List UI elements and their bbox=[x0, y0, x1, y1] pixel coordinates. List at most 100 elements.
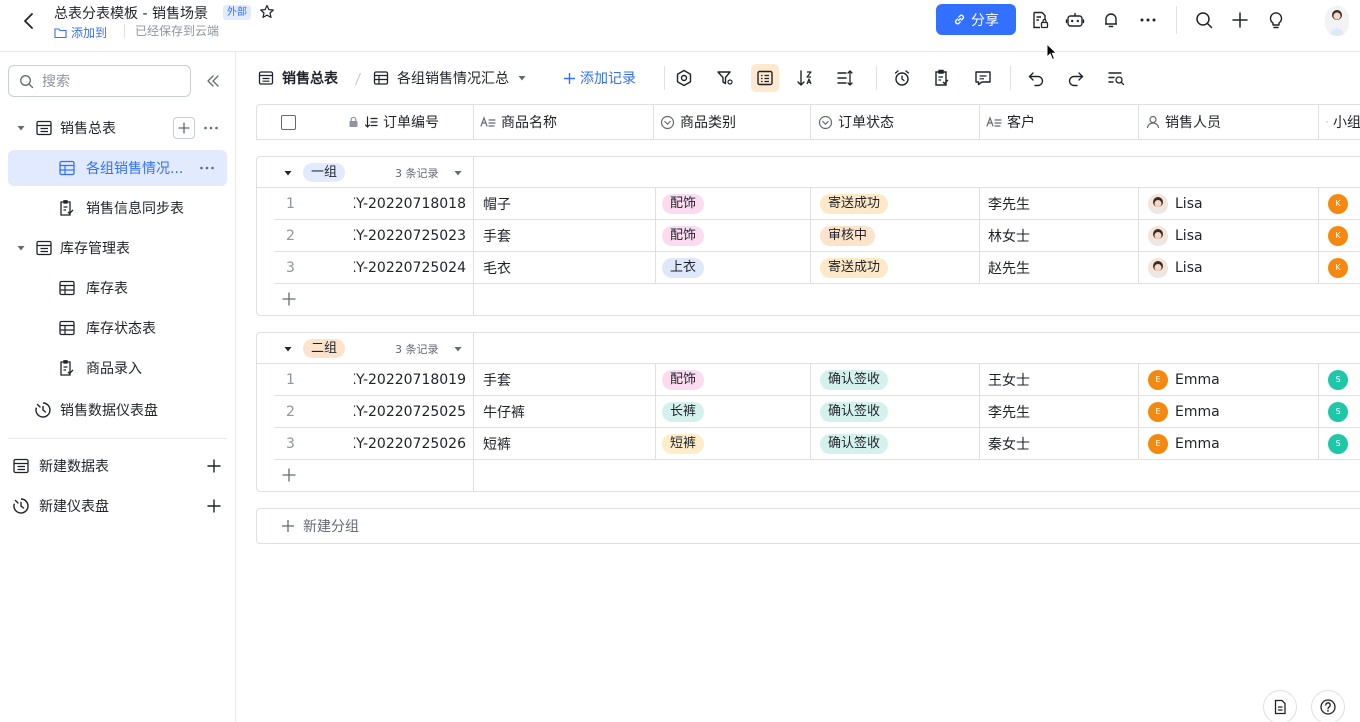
document-button[interactable] bbox=[1263, 690, 1297, 722]
caret-down-icon[interactable] bbox=[15, 242, 27, 254]
table-row[interactable]: 3 XY-20220725024 毛衣 上衣 寄送成功 赵先生 Lisa K bbox=[274, 252, 1360, 284]
robot-icon[interactable] bbox=[1065, 10, 1085, 30]
sidebar-item-product-entry[interactable]: 商品录入 bbox=[8, 350, 227, 386]
customer-cell[interactable]: 林女士 bbox=[988, 220, 1030, 251]
redo-icon[interactable] bbox=[1066, 68, 1086, 88]
group-header[interactable]: 一组 3 条记录 bbox=[257, 157, 1360, 188]
category-cell[interactable]: 长裤 bbox=[662, 396, 705, 427]
plus-icon[interactable] bbox=[1230, 10, 1250, 30]
customer-cell[interactable]: 秦女士 bbox=[988, 428, 1030, 459]
plus-icon[interactable] bbox=[205, 497, 223, 515]
select-all-checkbox[interactable] bbox=[281, 115, 296, 130]
document-title[interactable]: 总表分表模板 - 销售场景 bbox=[54, 3, 208, 23]
customer-cell[interactable]: 李先生 bbox=[988, 396, 1030, 427]
customer-cell[interactable]: 李先生 bbox=[988, 188, 1030, 219]
column-header-team[interactable]: 小组 bbox=[1326, 105, 1360, 139]
sidebar-item-group-sales[interactable]: 各组销售情况... bbox=[8, 150, 227, 186]
category-cell[interactable]: 上衣 bbox=[662, 252, 705, 283]
seller-cell[interactable]: E Emma bbox=[1148, 364, 1220, 395]
order-id-cell[interactable]: XY-20220725025 bbox=[354, 396, 466, 427]
product-cell[interactable]: 牛仔裤 bbox=[483, 396, 525, 427]
new-dashboard-button[interactable]: 新建仪表盘 bbox=[8, 488, 227, 524]
group-by-icon[interactable] bbox=[755, 68, 775, 88]
customer-cell[interactable]: 王女士 bbox=[988, 364, 1030, 395]
search-icon[interactable] bbox=[1194, 10, 1214, 30]
category-cell[interactable]: 短裤 bbox=[662, 428, 705, 459]
team-cell[interactable]: S bbox=[1328, 396, 1348, 427]
category-cell[interactable]: 配饰 bbox=[662, 364, 705, 395]
back-arrow-icon[interactable] bbox=[18, 10, 40, 32]
more-icon[interactable] bbox=[202, 119, 220, 137]
product-cell[interactable]: 短裤 bbox=[483, 428, 511, 459]
status-cell[interactable]: 确认签收 bbox=[820, 396, 889, 427]
caret-down-icon[interactable] bbox=[283, 344, 293, 354]
seller-cell[interactable]: Lisa bbox=[1148, 252, 1203, 283]
sidebar-item-sales-sync[interactable]: 销售信息同步表 bbox=[8, 190, 227, 226]
table-row[interactable]: 1 XY-20220718018 帽子 配饰 寄送成功 李先生 Lisa K bbox=[274, 188, 1360, 220]
more-icon[interactable] bbox=[1138, 10, 1158, 30]
doc-lock-icon[interactable] bbox=[1030, 10, 1050, 30]
sidebar-item-sales-table[interactable]: 销售总表 bbox=[8, 110, 227, 146]
table-row[interactable]: 2 XY-20220725023 手套 配饰 审核中 林女士 Lisa K bbox=[274, 220, 1360, 252]
team-cell[interactable]: S bbox=[1328, 428, 1348, 459]
team-cell[interactable]: K bbox=[1328, 220, 1348, 251]
add-subtable-button[interactable] bbox=[173, 117, 195, 139]
category-cell[interactable]: 配饰 bbox=[662, 220, 705, 251]
sidebar-search-input[interactable]: 搜索 bbox=[8, 65, 191, 97]
status-cell[interactable]: 寄送成功 bbox=[820, 188, 889, 219]
collapse-sidebar-icon[interactable] bbox=[204, 72, 222, 90]
column-header-category[interactable]: 商品类别 bbox=[660, 105, 736, 139]
column-header-product[interactable]: 商品名称 bbox=[480, 105, 557, 139]
status-cell[interactable]: 审核中 bbox=[820, 220, 876, 251]
sidebar-item-stock-status[interactable]: 库存状态表 bbox=[8, 310, 227, 346]
caret-down-icon[interactable] bbox=[453, 168, 463, 178]
caret-down-icon[interactable] bbox=[283, 168, 293, 178]
group-header[interactable]: 二组 3 条记录 bbox=[257, 333, 1360, 364]
add-row-plus-icon[interactable] bbox=[281, 467, 297, 483]
team-cell[interactable]: S bbox=[1328, 364, 1348, 395]
table-tab[interactable]: 销售总表 bbox=[258, 67, 338, 89]
table-row[interactable]: 2 XY-20220725025 牛仔裤 长裤 确认签收 李先生 E Emma … bbox=[274, 396, 1360, 428]
comment-icon[interactable] bbox=[973, 68, 993, 88]
sidebar-item-stock[interactable]: 库存表 bbox=[8, 270, 227, 306]
find-replace-icon[interactable] bbox=[1106, 68, 1126, 88]
form-icon[interactable] bbox=[932, 68, 952, 88]
add-to-link[interactable]: 添加到 bbox=[54, 24, 107, 41]
sidebar-item-dashboard[interactable]: 销售数据仪表盘 bbox=[8, 392, 227, 428]
settings-gear-icon[interactable] bbox=[674, 68, 694, 88]
seller-cell[interactable]: E Emma bbox=[1148, 396, 1220, 427]
seller-cell[interactable]: Lisa bbox=[1148, 188, 1203, 219]
product-cell[interactable]: 毛衣 bbox=[483, 252, 511, 283]
table-row[interactable]: 1 XY-20220718019 手套 配饰 确认签收 王女士 E Emma S bbox=[274, 364, 1360, 396]
alarm-clock-icon[interactable] bbox=[892, 68, 912, 88]
star-icon[interactable] bbox=[259, 4, 275, 20]
order-id-cell[interactable]: XY-20220718018 bbox=[354, 188, 466, 219]
caret-down-icon[interactable] bbox=[517, 73, 527, 83]
filter-icon[interactable] bbox=[715, 68, 735, 88]
table-row[interactable]: 3 XY-20220725026 短裤 短裤 确认签收 秦女士 E Emma S bbox=[274, 428, 1360, 460]
plus-icon[interactable] bbox=[205, 457, 223, 475]
category-cell[interactable]: 配饰 bbox=[662, 188, 705, 219]
view-tab[interactable]: 各组销售情况汇总 bbox=[373, 67, 527, 89]
help-button[interactable] bbox=[1311, 690, 1345, 722]
product-cell[interactable]: 手套 bbox=[483, 220, 511, 251]
status-cell[interactable]: 确认签收 bbox=[820, 428, 889, 459]
share-button[interactable]: 分享 bbox=[936, 4, 1016, 35]
column-header-customer[interactable]: 客户 bbox=[986, 105, 1035, 139]
add-row-plus-icon[interactable] bbox=[281, 291, 297, 307]
status-cell[interactable]: 确认签收 bbox=[820, 364, 889, 395]
order-id-cell[interactable]: XY-20220725023 bbox=[354, 220, 466, 251]
lightbulb-icon[interactable] bbox=[1266, 10, 1286, 30]
column-header-order[interactable]: 订单编号 bbox=[348, 105, 439, 139]
new-group-button[interactable]: 新建分组 bbox=[256, 508, 1360, 544]
sidebar-item-inventory[interactable]: 库存管理表 bbox=[8, 230, 227, 266]
order-id-cell[interactable]: XY-20220725024 bbox=[354, 252, 466, 283]
seller-cell[interactable]: Lisa bbox=[1148, 220, 1203, 251]
column-header-status[interactable]: 订单状态 bbox=[818, 105, 894, 139]
product-cell[interactable]: 帽子 bbox=[483, 188, 511, 219]
column-header-seller[interactable]: 销售人员 bbox=[1146, 105, 1221, 139]
status-cell[interactable]: 寄送成功 bbox=[820, 252, 889, 283]
more-icon[interactable] bbox=[198, 159, 216, 177]
customer-cell[interactable]: 赵先生 bbox=[988, 252, 1030, 283]
seller-cell[interactable]: E Emma bbox=[1148, 428, 1220, 459]
